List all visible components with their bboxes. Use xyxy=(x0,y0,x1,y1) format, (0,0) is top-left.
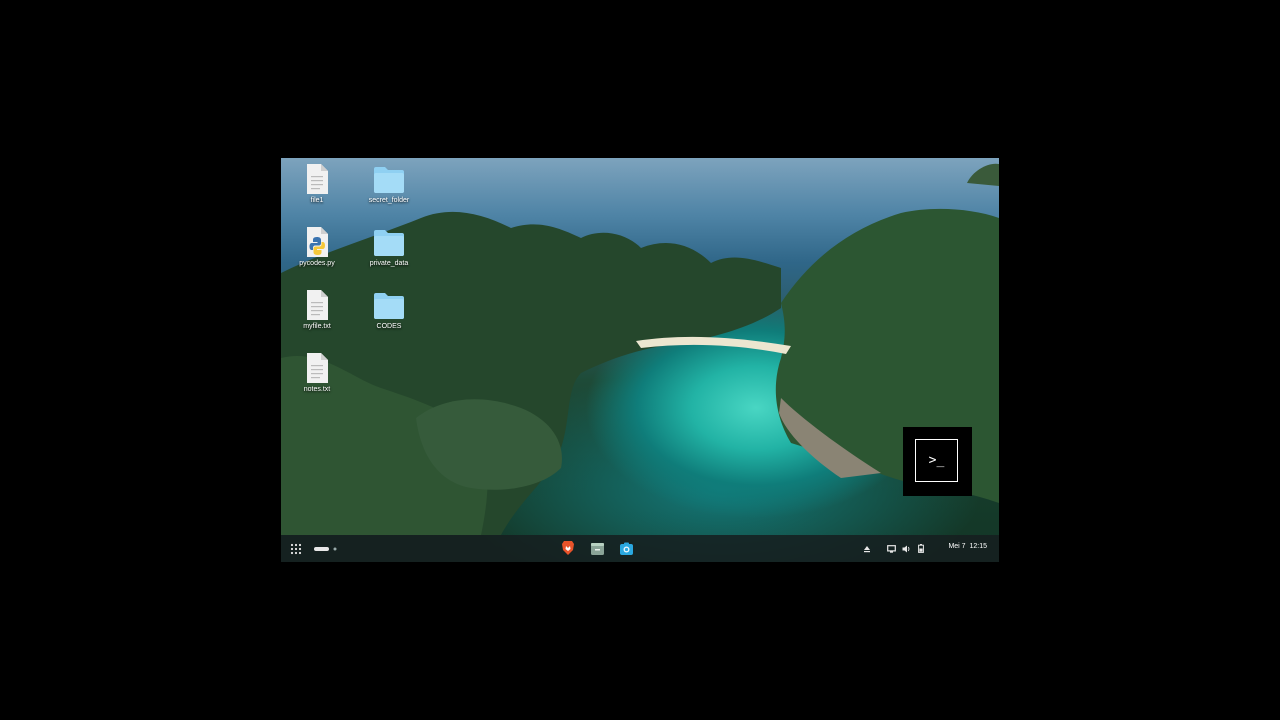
desktop-icon-label: file1 xyxy=(310,197,324,204)
desktop-icon-codes[interactable]: CODES xyxy=(353,292,425,330)
text-file-icon xyxy=(307,353,328,383)
desktop-icon-notes[interactable]: notes.txt xyxy=(281,353,353,393)
screen-icon[interactable] xyxy=(887,545,896,553)
desktop-icon-private-data[interactable]: private_data xyxy=(353,229,425,267)
wallpaper-islet xyxy=(967,163,999,186)
text-file-icon xyxy=(307,290,328,320)
folder-icon xyxy=(374,230,404,256)
desktop-icon-label: CODES xyxy=(376,323,402,330)
desktop-icon-myfile[interactable]: myfile.txt xyxy=(281,290,353,330)
desktop: file1 secret_folder pycodes.py private_d… xyxy=(281,158,999,562)
python-file-icon xyxy=(307,227,328,257)
clock[interactable]: Mei 7 12:15 xyxy=(948,543,987,550)
eject-icon[interactable] xyxy=(863,545,871,553)
desktop-icon-label: pycodes.py xyxy=(299,260,335,267)
wallpaper xyxy=(281,163,999,535)
desktop-icon-secret-folder[interactable]: secret_folder xyxy=(353,166,425,204)
folder-icon xyxy=(374,293,404,319)
clock-time: 12:15 xyxy=(969,543,987,550)
desktop-icon-label: secret_folder xyxy=(368,197,410,204)
workspace-indicator[interactable] xyxy=(314,546,338,552)
terminal-prompt: >_ xyxy=(928,453,945,468)
clock-date: Mei 7 xyxy=(948,543,966,550)
volume-icon[interactable] xyxy=(902,545,911,553)
wallpaper-beach xyxy=(636,336,791,354)
terminal-launcher-popup[interactable]: >_ xyxy=(903,427,972,496)
desktop-icon-file1[interactable]: file1 xyxy=(281,164,353,204)
folder-icon xyxy=(374,167,404,193)
desktop-icon-label: private_data xyxy=(369,260,409,267)
app-grid-icon[interactable] xyxy=(290,543,302,555)
text-file-icon xyxy=(307,164,328,194)
file-manager-icon[interactable] xyxy=(590,541,605,556)
desktop-icon-label: myfile.txt xyxy=(303,323,331,330)
terminal-icon[interactable]: >_ xyxy=(915,439,958,482)
taskbar: Mei 7 12:15 xyxy=(281,535,999,562)
desktop-icon-label: notes.txt xyxy=(303,386,331,393)
desktop-icon-pycodes[interactable]: pycodes.py xyxy=(281,227,353,267)
battery-icon[interactable] xyxy=(918,544,924,553)
camera-icon[interactable] xyxy=(619,541,634,556)
brave-browser-icon[interactable] xyxy=(561,540,575,556)
